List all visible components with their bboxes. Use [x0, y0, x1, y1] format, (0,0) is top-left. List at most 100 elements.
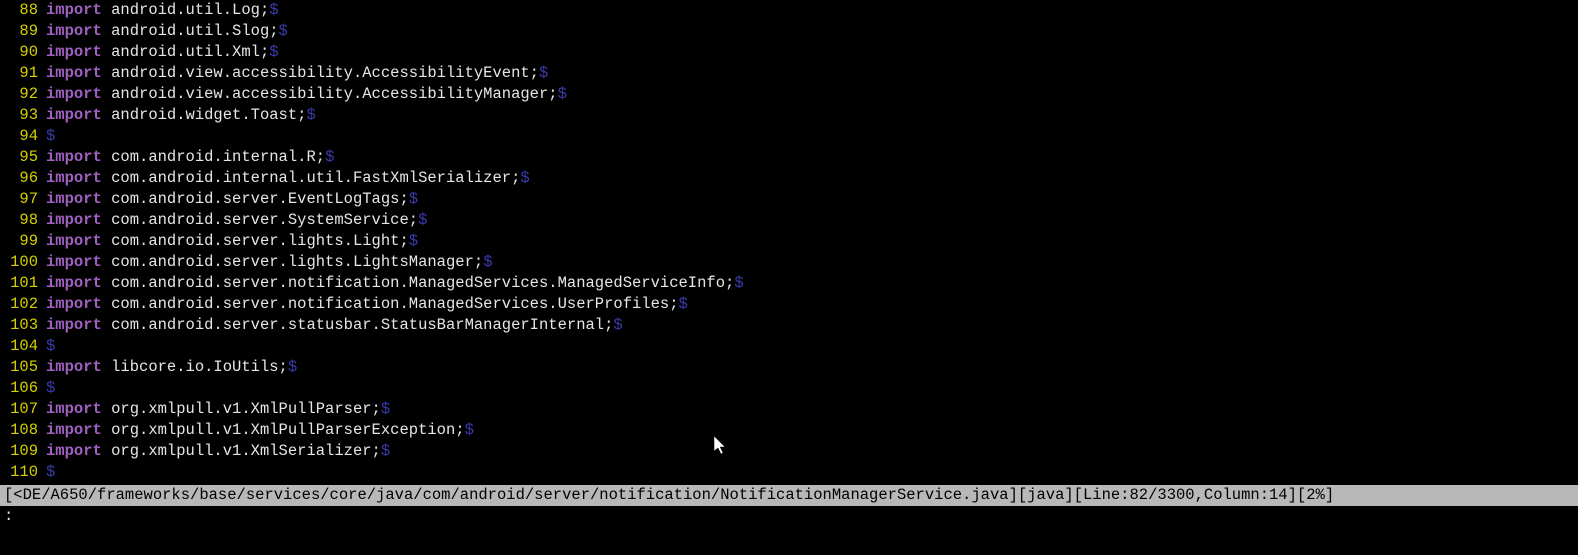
- code-content: import android.util.Log;$: [46, 0, 279, 21]
- code-content: import com.android.server.lights.Light;$: [46, 231, 418, 252]
- code-content: import com.android.server.notification.M…: [46, 294, 688, 315]
- line-number: 97: [0, 189, 46, 210]
- identifier: android.view.accessibility.Accessibility…: [102, 64, 539, 82]
- line-number: 107: [0, 399, 46, 420]
- keyword: import: [46, 64, 102, 82]
- identifier: android.util.Slog;: [102, 22, 279, 40]
- identifier: org.xmlpull.v1.XmlPullParserException;: [102, 421, 465, 439]
- line-number: 102: [0, 294, 46, 315]
- identifier: com.android.server.notification.ManagedS…: [102, 274, 735, 292]
- code-line[interactable]: 95import com.android.internal.R;$: [0, 147, 1578, 168]
- identifier: android.util.Xml;: [102, 43, 269, 61]
- code-line[interactable]: 89import android.util.Slog;$: [0, 21, 1578, 42]
- code-content: import com.android.internal.R;$: [46, 147, 334, 168]
- code-line[interactable]: 99import com.android.server.lights.Light…: [0, 231, 1578, 252]
- line-number: 100: [0, 252, 46, 273]
- keyword: import: [46, 274, 102, 292]
- line-number: 108: [0, 420, 46, 441]
- line-number: 88: [0, 0, 46, 21]
- code-content: import com.android.internal.util.FastXml…: [46, 168, 530, 189]
- keyword: import: [46, 22, 102, 40]
- keyword: import: [46, 253, 102, 271]
- eol-marker: $: [418, 211, 427, 229]
- line-number: 95: [0, 147, 46, 168]
- code-line[interactable]: 94$: [0, 126, 1578, 147]
- line-number: 106: [0, 378, 46, 399]
- code-content: import org.xmlpull.v1.XmlPullParserExcep…: [46, 420, 474, 441]
- line-number: 98: [0, 210, 46, 231]
- identifier: com.android.internal.R;: [102, 148, 325, 166]
- code-line[interactable]: 110$: [0, 462, 1578, 483]
- code-content: $: [46, 126, 55, 147]
- code-line[interactable]: 108import org.xmlpull.v1.XmlPullParserEx…: [0, 420, 1578, 441]
- identifier: com.android.server.statusbar.StatusBarMa…: [102, 316, 614, 334]
- eol-marker: $: [539, 64, 548, 82]
- eol-marker: $: [409, 190, 418, 208]
- line-number: 96: [0, 168, 46, 189]
- eol-marker: $: [306, 106, 315, 124]
- code-content: import android.widget.Toast;$: [46, 105, 316, 126]
- eol-marker: $: [46, 337, 55, 355]
- code-line[interactable]: 107import org.xmlpull.v1.XmlPullParser;$: [0, 399, 1578, 420]
- code-line[interactable]: 93import android.widget.Toast;$: [0, 105, 1578, 126]
- keyword: import: [46, 43, 102, 61]
- code-line[interactable]: 104$: [0, 336, 1578, 357]
- identifier: android.widget.Toast;: [102, 106, 307, 124]
- line-number: 90: [0, 42, 46, 63]
- code-line[interactable]: 109import org.xmlpull.v1.XmlSerializer;$: [0, 441, 1578, 462]
- code-content: import android.view.accessibility.Access…: [46, 63, 548, 84]
- eol-marker: $: [520, 169, 529, 187]
- line-number: 99: [0, 231, 46, 252]
- code-line[interactable]: 91import android.view.accessibility.Acce…: [0, 63, 1578, 84]
- code-line[interactable]: 101import com.android.server.notificatio…: [0, 273, 1578, 294]
- line-number: 104: [0, 336, 46, 357]
- line-number: 89: [0, 21, 46, 42]
- eol-marker: $: [46, 379, 55, 397]
- code-line[interactable]: 97import com.android.server.EventLogTags…: [0, 189, 1578, 210]
- code-line[interactable]: 98import com.android.server.SystemServic…: [0, 210, 1578, 231]
- command-line[interactable]: :: [0, 506, 1578, 527]
- eol-marker: $: [269, 1, 278, 19]
- code-line[interactable]: 100import com.android.server.lights.Ligh…: [0, 252, 1578, 273]
- code-editor[interactable]: 88import android.util.Log;$89import andr…: [0, 0, 1578, 483]
- code-line[interactable]: 102import com.android.server.notificatio…: [0, 294, 1578, 315]
- keyword: import: [46, 190, 102, 208]
- identifier: com.android.server.SystemService;: [102, 211, 418, 229]
- code-line[interactable]: 90import android.util.Xml;$: [0, 42, 1578, 63]
- code-line[interactable]: 88import android.util.Log;$: [0, 0, 1578, 21]
- line-number: 103: [0, 315, 46, 336]
- line-number: 91: [0, 63, 46, 84]
- line-number: 109: [0, 441, 46, 462]
- code-content: $: [46, 336, 55, 357]
- code-content: import libcore.io.IoUtils;$: [46, 357, 297, 378]
- keyword: import: [46, 148, 102, 166]
- eol-marker: $: [325, 148, 334, 166]
- eol-marker: $: [483, 253, 492, 271]
- code-line[interactable]: 105import libcore.io.IoUtils;$: [0, 357, 1578, 378]
- code-content: import android.util.Slog;$: [46, 21, 288, 42]
- identifier: com.android.server.lights.LightsManager;: [102, 253, 483, 271]
- eol-marker: $: [46, 463, 55, 481]
- code-line[interactable]: 103import com.android.server.statusbar.S…: [0, 315, 1578, 336]
- eol-marker: $: [46, 127, 55, 145]
- keyword: import: [46, 1, 102, 19]
- line-number: 101: [0, 273, 46, 294]
- keyword: import: [46, 211, 102, 229]
- line-number: 105: [0, 357, 46, 378]
- line-number: 92: [0, 84, 46, 105]
- code-content: $: [46, 462, 55, 483]
- keyword: import: [46, 232, 102, 250]
- eol-marker: $: [734, 274, 743, 292]
- code-line[interactable]: 96import com.android.internal.util.FastX…: [0, 168, 1578, 189]
- eol-marker: $: [269, 43, 278, 61]
- keyword: import: [46, 400, 102, 418]
- identifier: org.xmlpull.v1.XmlPullParser;: [102, 400, 381, 418]
- keyword: import: [46, 106, 102, 124]
- line-number: 94: [0, 126, 46, 147]
- identifier: com.android.server.notification.ManagedS…: [102, 295, 679, 313]
- code-content: import com.android.server.statusbar.Stat…: [46, 315, 623, 336]
- code-line[interactable]: 92import android.view.accessibility.Acce…: [0, 84, 1578, 105]
- code-content: import android.util.Xml;$: [46, 42, 279, 63]
- keyword: import: [46, 169, 102, 187]
- code-line[interactable]: 106$: [0, 378, 1578, 399]
